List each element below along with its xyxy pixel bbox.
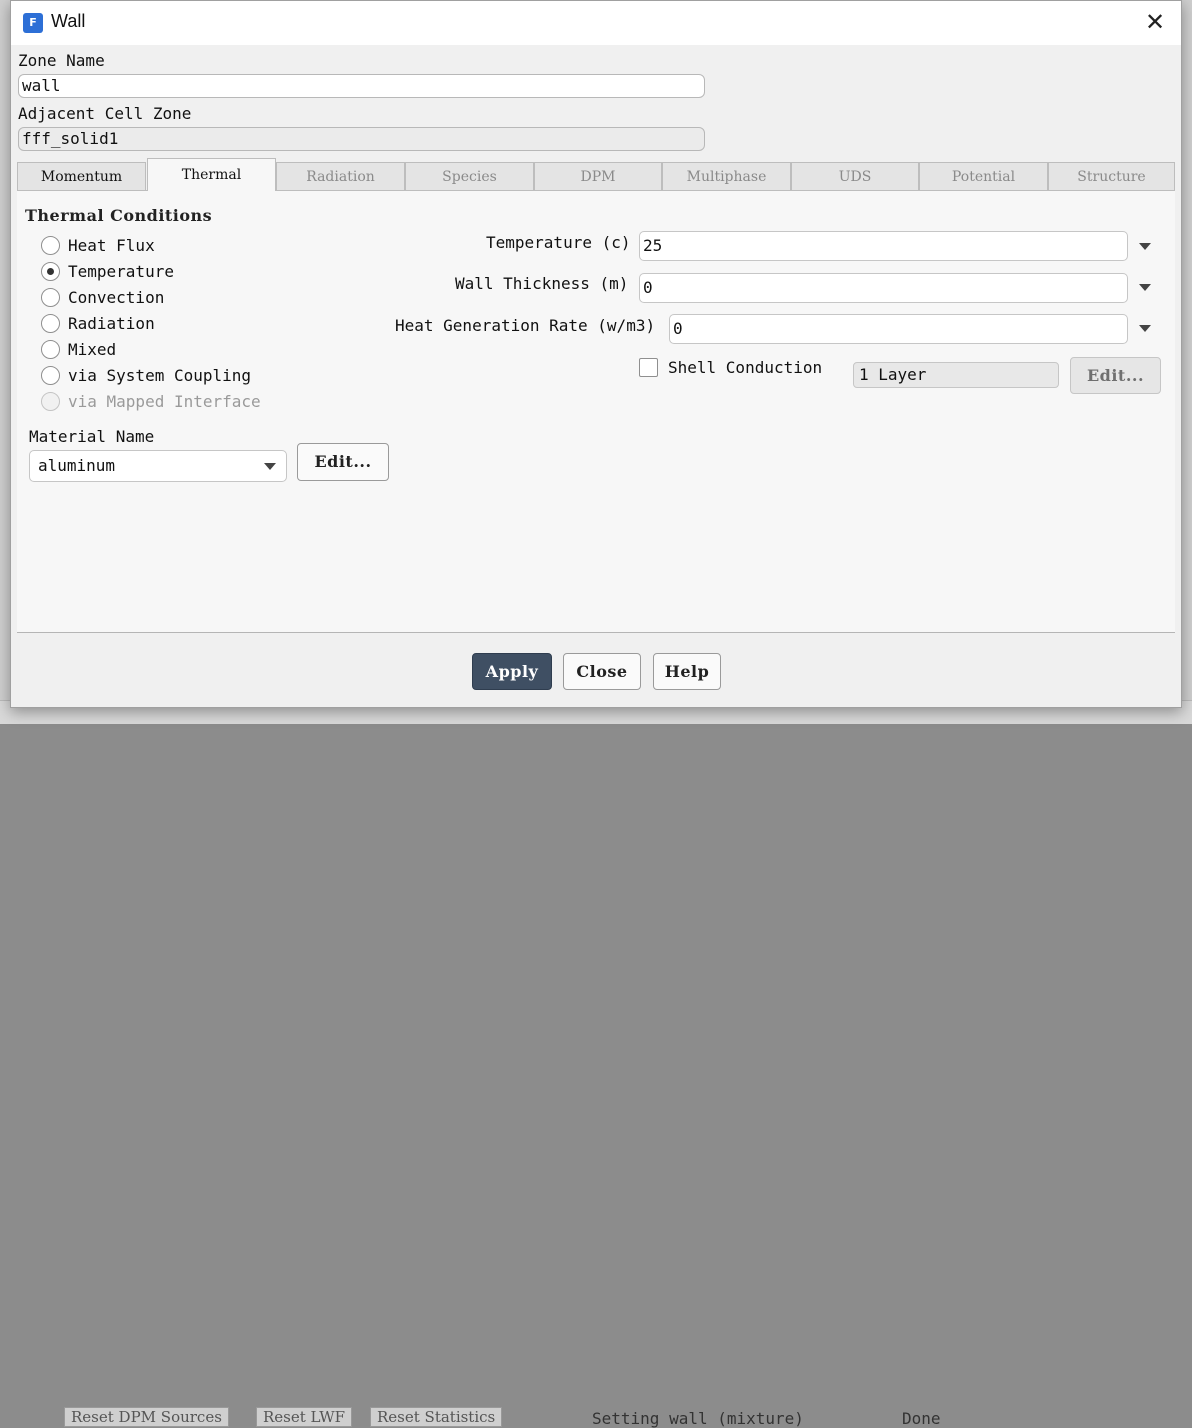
bg-reset-statistics-button[interactable]: Reset Statistics <box>370 1407 503 1427</box>
radio-label: Mixed <box>68 340 117 359</box>
radio-label: via Mapped Interface <box>68 392 261 411</box>
radio-label: via System Coupling <box>68 366 252 385</box>
wall-thickness-input[interactable]: 0 <box>639 273 1128 303</box>
tab-thermal[interactable]: Thermal <box>147 158 276 191</box>
heat-generation-rate-label: Heat Generation Rate (w/m3) <box>395 316 656 335</box>
tab-radiation[interactable]: Radiation <box>276 162 405 190</box>
radio-button[interactable] <box>41 366 60 385</box>
tab-bar: Momentum Thermal Radiation Species DPM M… <box>17 158 1175 191</box>
material-edit-button[interactable]: Edit... <box>297 443 389 481</box>
wall-dialog: F Wall ✕ Zone Name wall Adjacent Cell Zo… <box>10 0 1182 708</box>
adjacent-cell-zone-label: Adjacent Cell Zone <box>18 104 192 123</box>
fluent-app-icon: F <box>23 13 43 33</box>
tab-multiphase[interactable]: Multiphase <box>662 162 791 190</box>
shell-conduction-label: Shell Conduction <box>668 358 823 377</box>
zone-name-label: Zone Name <box>18 51 105 70</box>
tab-dpm[interactable]: DPM <box>534 162 662 190</box>
dialog-title: Wall <box>51 11 86 31</box>
wall-thickness-profile-dropdown-icon[interactable] <box>1139 284 1151 291</box>
radio-button[interactable] <box>41 262 60 281</box>
footer-divider <box>17 632 1175 633</box>
radio-button[interactable] <box>41 314 60 333</box>
close-icon[interactable]: ✕ <box>1143 10 1167 35</box>
radio-button[interactable] <box>41 236 60 255</box>
bg-reset-dpm-sources-button[interactable]: Reset DPM Sources <box>64 1407 229 1427</box>
temperature-label: Temperature (c) <box>486 233 631 252</box>
bg-reset-lwf-button[interactable]: Reset LWF <box>256 1407 353 1427</box>
title-bar: F Wall ✕ <box>11 1 1181 45</box>
shell-conduction-checkbox[interactable] <box>639 358 658 377</box>
radio-label: Radiation <box>68 314 155 333</box>
material-name-dropdown[interactable]: aluminum <box>29 450 287 482</box>
tab-momentum[interactable]: Momentum <box>17 162 146 190</box>
close-button[interactable]: Close <box>563 653 641 690</box>
temperature-input[interactable]: 25 <box>639 231 1128 261</box>
radio-label: Temperature <box>68 262 174 281</box>
tab-structure[interactable]: Structure <box>1048 162 1175 190</box>
apply-button[interactable]: Apply <box>472 653 552 690</box>
shell-conduction-edit-button: Edit... <box>1070 357 1161 394</box>
shell-layers-field: 1 Layer <box>853 362 1059 388</box>
radio-label: Heat Flux <box>68 236 155 255</box>
heat-generation-rate-input[interactable]: 0 <box>669 314 1128 344</box>
temperature-profile-dropdown-icon[interactable] <box>1139 243 1151 250</box>
chevron-down-icon[interactable] <box>264 463 276 470</box>
radio-button <box>41 392 60 411</box>
radio-label: Convection <box>68 288 165 307</box>
tab-uds[interactable]: UDS <box>791 162 919 190</box>
radio-button[interactable] <box>41 288 60 307</box>
material-name-label: Material Name <box>29 427 155 446</box>
tab-species[interactable]: Species <box>405 162 534 190</box>
thermal-conditions-title: Thermal Conditions <box>25 206 213 225</box>
tab-potential[interactable]: Potential <box>919 162 1048 190</box>
material-name-value: aluminum <box>38 456 116 475</box>
radio-button[interactable] <box>41 340 60 359</box>
bg-status-text: Done <box>902 1409 941 1428</box>
heat-generation-profile-dropdown-icon[interactable] <box>1139 325 1151 332</box>
zone-name-input[interactable]: wall <box>18 74 705 98</box>
help-button[interactable]: Help <box>653 653 721 690</box>
bg-console-text: Setting wall (mixture) <box>592 1409 804 1428</box>
wall-thickness-label: Wall Thickness (m) <box>455 274 629 293</box>
adjacent-cell-zone-field: fff_solid1 <box>18 127 705 151</box>
